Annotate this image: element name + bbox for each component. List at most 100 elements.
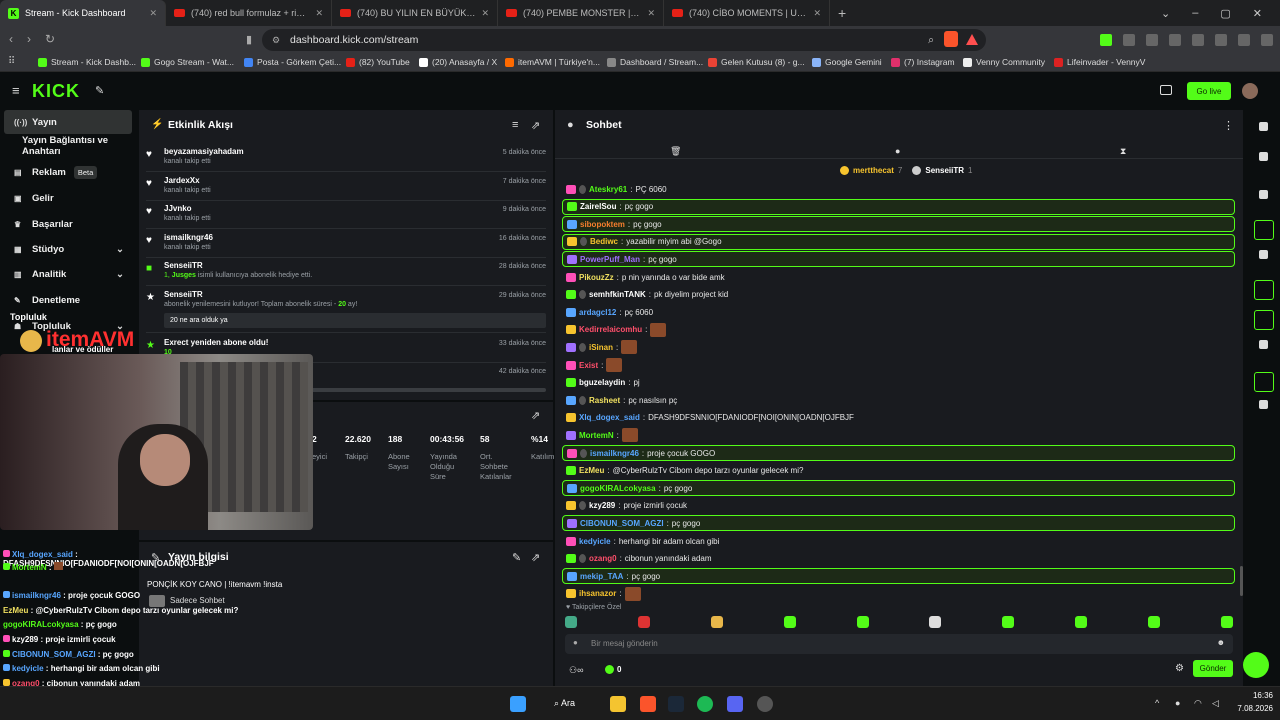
bookmark-item[interactable]: Lifeinvader - VennyV bbox=[1054, 57, 1145, 67]
chat-username[interactable]: PowerPuff_Man bbox=[580, 255, 640, 264]
chat-username[interactable]: semhfkinTANK bbox=[589, 290, 646, 299]
chat-username[interactable]: CIBONUN_SOM_AGZI bbox=[580, 519, 664, 528]
apps-grid-icon[interactable]: ⠿ bbox=[8, 56, 15, 67]
chat-username[interactable]: ihsanazor bbox=[579, 589, 616, 598]
popout-icon[interactable]: ⇗ bbox=[531, 551, 540, 564]
top-user-name[interactable]: SenseiiTR bbox=[925, 166, 964, 175]
bookmark-item[interactable]: itemAVM | Türkiye'n... bbox=[505, 57, 600, 67]
chat-username[interactable]: Ateskry61 bbox=[589, 185, 627, 194]
chat-username[interactable]: ZairelSou bbox=[580, 202, 616, 211]
emote-icon[interactable] bbox=[565, 616, 577, 628]
event-username[interactable]: SenseiiTR bbox=[164, 261, 203, 270]
address-bar[interactable]: ⚙ dashboard.kick.com/stream ⌕ ⇪ bbox=[262, 29, 986, 51]
volume-icon[interactable]: ◁ bbox=[1212, 698, 1219, 709]
event-username[interactable]: Exrect yeniden abone oldu! bbox=[164, 338, 268, 347]
broadcast-icon[interactable] bbox=[1254, 310, 1274, 330]
close-tab-icon[interactable]: ✕ bbox=[647, 8, 655, 19]
emote-icon[interactable] bbox=[856, 616, 869, 628]
users-infinity-icon[interactable]: ⚇∞ bbox=[569, 665, 583, 676]
note-icon[interactable] bbox=[1259, 250, 1268, 259]
browser-tab[interactable]: K Stream - Kick Dashboard ✕ bbox=[0, 0, 166, 26]
clock-time[interactable]: 16:36 bbox=[1233, 691, 1273, 700]
extension-icon[interactable] bbox=[1146, 34, 1158, 46]
browser-tab[interactable]: (740) red bull formulaz + rize vlog - ✕ bbox=[166, 0, 332, 26]
chat-username[interactable]: iSinan bbox=[589, 343, 613, 352]
slow-mode-icon[interactable]: ⧗ bbox=[1120, 146, 1126, 157]
vpn-icon[interactable] bbox=[1261, 34, 1273, 46]
extensions-puzzle-icon[interactable] bbox=[1169, 34, 1181, 46]
chat-icon[interactable] bbox=[1254, 280, 1274, 300]
bolt-icon[interactable] bbox=[1254, 220, 1274, 240]
emoji-icon[interactable]: ☻ bbox=[1217, 638, 1225, 647]
go-live-button[interactable]: Go live bbox=[1187, 82, 1231, 100]
sidebar-item-7[interactable]: ▥ Analitik ⌄ bbox=[4, 262, 132, 286]
bookmark-item[interactable]: Google Gemini bbox=[812, 57, 882, 67]
event-username[interactable]: JardexXx bbox=[164, 176, 200, 185]
info-icon[interactable] bbox=[1259, 122, 1268, 131]
extension-icon[interactable] bbox=[1123, 34, 1135, 46]
sidebar-item-6[interactable]: ▦ Stüdyo ⌄ bbox=[4, 237, 132, 261]
event-username[interactable]: beyazamasiyahadam bbox=[164, 147, 244, 156]
chat-username[interactable]: Bediwc bbox=[590, 237, 618, 246]
chat-username[interactable]: MortemN bbox=[579, 431, 614, 440]
taskbar-search[interactable]: ⌕ Ara bbox=[554, 698, 575, 709]
sidebar-icon[interactable] bbox=[1215, 34, 1227, 46]
discord-icon[interactable] bbox=[727, 696, 743, 712]
chat-username[interactable]: PikouzZz bbox=[579, 273, 614, 282]
bookmark-item[interactable]: Stream - Kick Dashb... bbox=[38, 57, 136, 67]
chat-username[interactable]: ardagcl12 bbox=[579, 308, 616, 317]
bookmark-item[interactable]: Posta - Görkem Çeti... bbox=[244, 57, 341, 67]
emote-icon[interactable] bbox=[1148, 616, 1160, 628]
close-tab-icon[interactable]: ✕ bbox=[149, 8, 157, 19]
new-tab-button[interactable]: + bbox=[838, 5, 846, 21]
popout-icon[interactable]: ⇗ bbox=[531, 409, 540, 422]
chat-options-icon[interactable]: ⋮ bbox=[1223, 119, 1234, 132]
chat-username[interactable]: ismailkngr46 bbox=[590, 449, 639, 458]
emote-icon[interactable] bbox=[710, 616, 723, 628]
app-icon[interactable] bbox=[757, 696, 773, 712]
pin-icon[interactable]: ● bbox=[573, 638, 578, 647]
bookmark-item[interactable]: (82) YouTube bbox=[346, 57, 410, 67]
extension-icon[interactable] bbox=[1192, 34, 1204, 46]
search-icon[interactable]: ⌕ bbox=[928, 34, 934, 47]
close-tab-icon[interactable]: ✕ bbox=[481, 8, 489, 19]
wallet-icon[interactable] bbox=[1238, 34, 1250, 46]
back-icon[interactable]: ‹ bbox=[9, 32, 13, 46]
sidebar-item-3[interactable]: ▤ Reklam Beta bbox=[4, 160, 132, 184]
chat-username[interactable]: kzy289 bbox=[589, 501, 615, 510]
reload-icon[interactable]: ↻ bbox=[45, 32, 55, 46]
edit-icon[interactable]: ✎ bbox=[512, 551, 521, 564]
support-chat-icon[interactable] bbox=[1243, 652, 1269, 678]
filter-icon[interactable]: ≡ bbox=[512, 119, 518, 131]
close-tab-icon[interactable]: ✕ bbox=[315, 8, 323, 19]
emote-icon[interactable] bbox=[1075, 616, 1088, 628]
kick-logo[interactable]: KICK bbox=[32, 81, 80, 102]
chat-username[interactable]: mekip_TAA bbox=[580, 572, 623, 581]
file-explorer-icon[interactable] bbox=[610, 696, 626, 712]
sidebar-item-8[interactable]: ✎ Denetleme bbox=[4, 288, 132, 312]
emote-icon[interactable] bbox=[1002, 616, 1015, 628]
chat-username[interactable]: EzMeu bbox=[579, 466, 604, 475]
steam-icon[interactable] bbox=[668, 696, 684, 712]
event-username[interactable]: JJvnko bbox=[164, 204, 192, 213]
brave-shield-icon[interactable] bbox=[944, 31, 958, 47]
kick-extension-icon[interactable] bbox=[1100, 34, 1112, 46]
maximize-icon[interactable]: ▢ bbox=[1220, 7, 1230, 20]
close-window-icon[interactable]: ✕ bbox=[1253, 7, 1262, 20]
sidebar-item-2[interactable]: Yayın Bağlantısı ve Anahtarı bbox=[4, 134, 132, 158]
chat-username[interactable]: sibopoktem bbox=[580, 220, 625, 229]
share-icon[interactable] bbox=[1259, 400, 1268, 409]
chat-username[interactable]: kedyicle bbox=[579, 537, 611, 546]
avatar[interactable] bbox=[1242, 83, 1258, 99]
event-username[interactable]: ismailkngr46 bbox=[164, 233, 213, 242]
brave-rewards-icon[interactable] bbox=[966, 34, 978, 45]
chat-username[interactable]: ozang0 bbox=[589, 554, 617, 563]
trash-icon[interactable]: 🗑 bbox=[670, 146, 681, 157]
sidebar-item-4[interactable]: ▣ Gelir bbox=[4, 186, 132, 210]
event-gift-user[interactable]: Jusges bbox=[172, 272, 196, 279]
chat-username[interactable]: bguzelaydin bbox=[579, 378, 625, 387]
tab-search-icon[interactable]: ⌄ bbox=[1161, 7, 1170, 20]
clock-date[interactable]: 7.08.2026 bbox=[1233, 704, 1273, 713]
browser-tab[interactable]: (740) PEMBE MONSTER | Madara Oi ✕ bbox=[498, 0, 664, 26]
edit-icon[interactable] bbox=[1259, 152, 1268, 161]
